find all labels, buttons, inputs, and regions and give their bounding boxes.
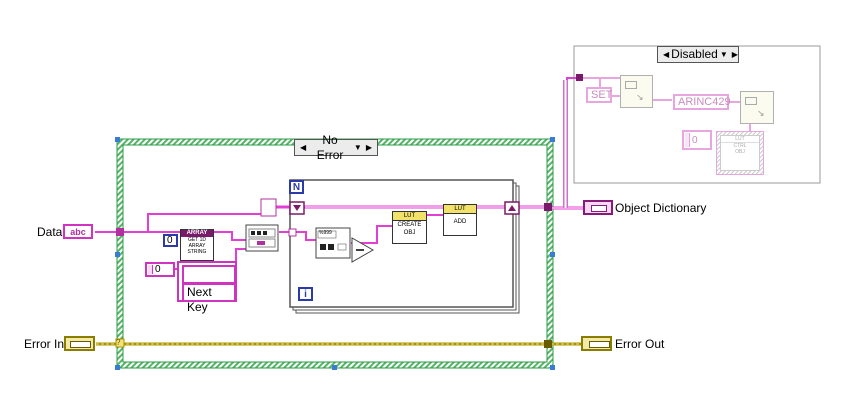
shift-register-left[interactable]	[289, 201, 305, 215]
increment-case-arrow-icon[interactable]: ▶	[732, 47, 738, 62]
format-code-constant: %999	[319, 230, 332, 236]
array-element-empty	[182, 265, 236, 284]
error-in-label: Error In	[24, 337, 65, 351]
data-label: Data	[37, 225, 63, 239]
error-out-label: Error Out	[615, 337, 665, 351]
error-out-terminal[interactable]	[581, 336, 612, 351]
disabled-array-index: 0	[692, 135, 698, 146]
loop-iteration-terminal[interactable]: i	[298, 287, 313, 301]
lut-ctrl-obj-subvi[interactable]: LUT CTRL OBJ	[716, 131, 764, 175]
cluster-icon	[70, 341, 91, 348]
data-control-terminal[interactable]: abc	[63, 224, 93, 239]
lut-create-obj-subvi[interactable]: LUT CREATE OBJ	[392, 211, 427, 244]
set-string-constant[interactable]: SET	[586, 87, 612, 103]
empty-string-constant[interactable]	[260, 198, 277, 217]
disabled-selector[interactable]: ◀ Disabled ▼ ▶	[657, 46, 739, 63]
chevron-down-icon[interactable]: ▼	[354, 140, 362, 155]
start-index-value: 0	[155, 264, 161, 275]
subvi-line: CREATE	[397, 222, 422, 228]
subvi-header: LUT	[444, 205, 476, 214]
error-selector-marker: ?	[116, 338, 121, 347]
array-index-icon	[148, 265, 153, 274]
object-dictionary-terminal[interactable]	[583, 200, 613, 215]
disabled-invoke-node-2[interactable]: ↘	[740, 91, 774, 124]
start-index-constant[interactable]: 0	[145, 262, 175, 277]
arrow-icon: ↘	[636, 92, 644, 102]
disabled-selector-label: Disabled	[671, 47, 718, 61]
arinc-string-constant[interactable]: ARINC429	[673, 94, 731, 110]
shift-register-right[interactable]	[504, 201, 520, 215]
lvclass-icon	[591, 205, 607, 212]
cluster-icon	[589, 341, 610, 348]
subvi-line: STRING	[187, 249, 207, 255]
string-glyph: abc	[70, 226, 86, 237]
disabled-string-wire	[563, 80, 568, 208]
next-key-element: Next Key	[182, 283, 236, 314]
case-selector-label: No Error	[316, 132, 344, 162]
subvi-header: ARRAY	[181, 230, 213, 237]
array-index-icon	[685, 133, 690, 147]
loop-count-terminal[interactable]: N	[289, 180, 304, 194]
chevron-down-icon[interactable]: ▼	[720, 47, 728, 62]
arrow-icon: ↘	[757, 108, 765, 118]
index-array-node[interactable]	[245, 224, 279, 252]
method-icon	[625, 81, 637, 89]
disabled-invoke-node-1[interactable]: ↘	[620, 75, 653, 108]
lut-add-subvi[interactable]: LUT ADD	[443, 204, 477, 236]
method-icon	[745, 97, 757, 105]
index-zero-constant[interactable]: 0	[163, 234, 178, 247]
decrement-case-arrow-icon[interactable]: ◀	[300, 140, 306, 155]
error-in-terminal[interactable]	[64, 336, 95, 351]
disabled-array-constant[interactable]: 0	[682, 130, 712, 150]
subvi-header: LUT	[393, 212, 426, 221]
subvi-line: OBJ	[403, 230, 416, 236]
disabled-structure[interactable]	[573, 45, 821, 184]
loop-tunnel-in[interactable]	[288, 228, 297, 237]
subvi-line: OBJ	[735, 149, 745, 155]
case-selector[interactable]: ◀ No Error ▼ ▶	[294, 133, 378, 162]
decrement-case-arrow-icon[interactable]: ◀	[663, 47, 669, 62]
increment-case-arrow-icon[interactable]: ▶	[366, 140, 372, 155]
get-1d-array-string-subvi[interactable]: ARRAY GET 1D ARRAY STRING	[180, 229, 214, 261]
subvi-header: LUT	[721, 136, 759, 143]
subvi-line: ADD	[453, 219, 467, 225]
next-key-array-constant[interactable]: Next Key	[177, 261, 237, 314]
object-dictionary-label: Object Dictionary	[615, 201, 707, 215]
